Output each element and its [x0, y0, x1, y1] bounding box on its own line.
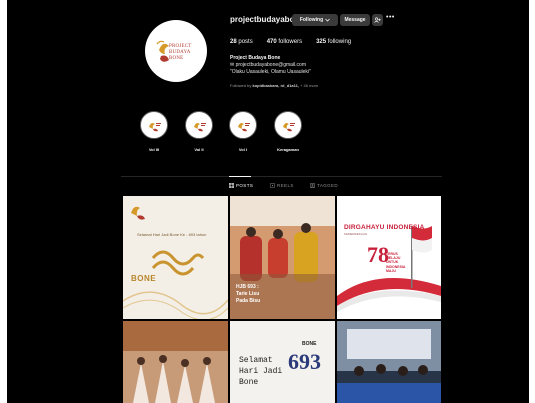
- following-button-label: Following: [299, 17, 324, 23]
- post-dirgahayu-indonesia[interactable]: DIRGAHAYU INDONESIA KEMERDEKAAN 78 TERUS…: [337, 196, 441, 319]
- post-selamat-hari-jadi-bone[interactable]: Selamat Hari Jadi Bone BONE 693: [230, 321, 335, 403]
- tagged-icon: [310, 183, 315, 188]
- post-title: DIRGAHAYU INDONESIA: [344, 224, 425, 231]
- post-greeting: Selamat Hari Jadi Bone: [239, 356, 283, 387]
- message-button[interactable]: Message: [340, 14, 370, 26]
- batik-ornament: [123, 250, 228, 319]
- followed-by[interactable]: Followed by kopidbaskara, rd_d1a11, + 46…: [230, 83, 318, 88]
- highlight-keragaman[interactable]: Keragaman: [274, 111, 304, 152]
- brand-logo-icon: [194, 123, 206, 132]
- brand-logo-icon: [283, 123, 295, 132]
- profile-email-text: projectbudayabone@gmail.com: [235, 62, 306, 68]
- following-button[interactable]: Following: [292, 14, 338, 26]
- add-user-button[interactable]: [372, 14, 383, 26]
- tab-posts-label: POSTS: [236, 183, 254, 188]
- chevron-down-icon: [325, 18, 330, 22]
- highlight-cover: [229, 111, 257, 139]
- highlight-label: Vol III: [148, 147, 160, 152]
- tab-posts[interactable]: POSTS: [229, 183, 253, 188]
- more-icon: •••: [386, 14, 395, 21]
- highlight-vol-2[interactable]: Vol II: [185, 111, 215, 152]
- add-user-icon: [374, 17, 381, 23]
- brand-logo-icon: [149, 123, 161, 132]
- post-panel-discussion[interactable]: [337, 321, 441, 403]
- post-caption: HJB 693 : Tarie Lisu Pada Bisu: [236, 284, 261, 304]
- active-tab-indicator: [229, 176, 251, 177]
- highlight-cover: [140, 111, 168, 139]
- post-title: BONE: [131, 274, 157, 283]
- highlight-label: Vol II: [194, 147, 204, 152]
- highlight-vol-3[interactable]: Vol III: [140, 111, 170, 152]
- highlight-label: Keragaman: [277, 147, 299, 152]
- profile-avatar[interactable]: PROJECT BUDAYA BONE: [145, 20, 207, 82]
- instagram-profile-page: PROJECT BUDAYA BONE projectbudayabone Fo…: [7, 0, 529, 403]
- tab-reels-label: REELS: [277, 183, 294, 188]
- post-heading: Selamat Hari Jadi Bone Ke - 693 tahun: [137, 232, 207, 237]
- tab-tagged-label: TAGGED: [317, 183, 339, 188]
- posts-count: 28 posts: [230, 39, 253, 45]
- post-bone-label: BONE: [302, 341, 317, 347]
- profile-stats: 28 posts 470 followers 325 following: [230, 39, 351, 45]
- highlight-cover: [185, 111, 213, 139]
- highlight-cover: [274, 111, 302, 139]
- post-subtitle: KEMERDEKAAN: [344, 232, 368, 236]
- reels-icon: [270, 183, 275, 188]
- envelope-icon: ✉: [230, 62, 235, 68]
- message-button-label: Message: [344, 17, 366, 23]
- brand-logo-icon: [238, 123, 250, 132]
- grid-icon: [229, 183, 234, 188]
- logo-line-2: BUDAYA: [169, 50, 191, 55]
- post-motto: TERUS MELAJU UNTUK INDONESIA MAJU: [386, 252, 406, 273]
- dancers-photo: [123, 321, 228, 403]
- post-dancers-outdoor[interactable]: [123, 321, 228, 403]
- more-options-button[interactable]: •••: [386, 14, 395, 21]
- highlight-vol-1[interactable]: Vol I: [229, 111, 259, 152]
- post-tarie-lisu[interactable]: HJB 693 : Tarie Lisu Pada Bisu: [230, 196, 335, 319]
- post-hari-jadi-bone-693[interactable]: Selamat Hari Jadi Bone Ke - 693 tahun BO…: [123, 196, 228, 319]
- logo-line-1: PROJECT: [169, 44, 192, 49]
- tab-tagged[interactable]: TAGGED: [310, 183, 338, 188]
- logo-line-3: BONE: [169, 56, 184, 61]
- tab-reels[interactable]: REELS: [270, 183, 294, 188]
- event-photo: [337, 321, 441, 403]
- followers-count[interactable]: 470 followers: [267, 39, 302, 45]
- post-anniversary-number: 693: [288, 349, 321, 374]
- profile-tagline: "Olaku Uasauleki, Olamu Uasauleki": [230, 69, 311, 75]
- profile-email: ✉ projectbudayabone@gmail.com: [230, 62, 306, 68]
- tabs-divider: [121, 176, 442, 177]
- highlight-label: Vol I: [238, 147, 248, 152]
- following-count[interactable]: 325 following: [316, 39, 351, 45]
- profile-full-name: Project Budaya Bone: [230, 55, 281, 61]
